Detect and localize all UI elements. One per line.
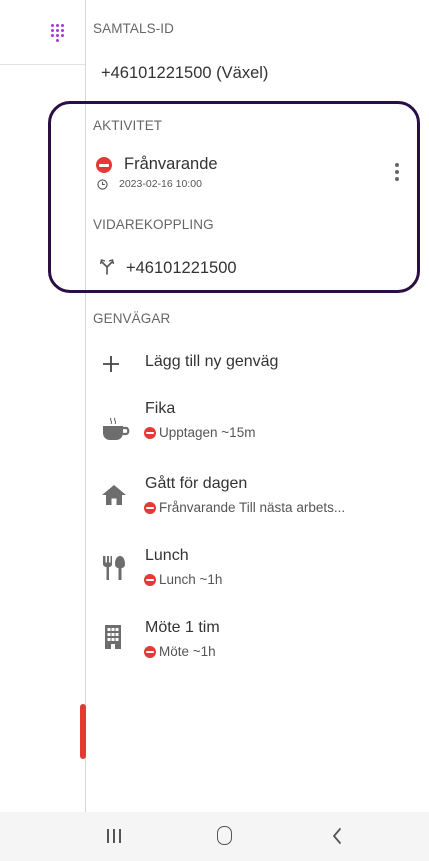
caller-id-header: SAMTALS-ID (93, 21, 175, 36)
caller-id-number[interactable]: +46101221500 (Växel) (101, 64, 268, 83)
home-button-icon[interactable] (217, 826, 232, 845)
dialpad-icon[interactable] (51, 24, 65, 44)
shortcut-title[interactable]: Gått för dagen (145, 475, 247, 493)
absent-status-icon (144, 502, 156, 514)
forwarding-header: VIDAREKOPPLING (93, 217, 214, 232)
call-forward-icon (100, 259, 114, 275)
shortcut-title[interactable]: Möte 1 tim (145, 619, 220, 637)
shortcut-title[interactable]: Fika (145, 400, 175, 418)
activity-timestamp: 2023-02-16 10:00 (119, 178, 202, 190)
busy-status-icon (144, 427, 156, 439)
system-navigation-bar (0, 812, 429, 861)
activity-header: AKTIVITET (93, 118, 163, 133)
lunch-status-icon (144, 574, 156, 586)
rail-divider (85, 0, 86, 812)
home-icon (102, 485, 126, 505)
shortcuts-header: GENVÄGAR (93, 311, 171, 326)
drawer-handle[interactable] (80, 704, 86, 759)
activity-status[interactable]: Frånvarande (124, 155, 218, 174)
shortcut-status: Möte ~1h (159, 644, 216, 659)
clock-icon (97, 179, 108, 190)
more-options-icon[interactable] (392, 158, 402, 186)
restaurant-icon (103, 556, 125, 580)
add-shortcut-button[interactable]: Lägg till ny genväg (145, 353, 278, 371)
plus-icon[interactable] (102, 355, 120, 373)
side-rail (0, 0, 85, 812)
absent-status-icon (96, 157, 112, 173)
shortcut-status: Lunch ~1h (159, 572, 223, 587)
shortcut-status: Upptagen ~15m (159, 425, 256, 440)
building-icon (105, 625, 121, 649)
coffee-icon (103, 417, 130, 440)
shortcut-title[interactable]: Lunch (145, 547, 189, 565)
recent-apps-icon[interactable] (107, 829, 121, 843)
shortcut-status: Frånvarande Till nästa arbets... (159, 500, 346, 515)
forwarding-number[interactable]: +46101221500 (126, 259, 237, 278)
meeting-status-icon (144, 646, 156, 658)
back-icon[interactable] (330, 826, 344, 846)
rail-separator (0, 64, 85, 65)
